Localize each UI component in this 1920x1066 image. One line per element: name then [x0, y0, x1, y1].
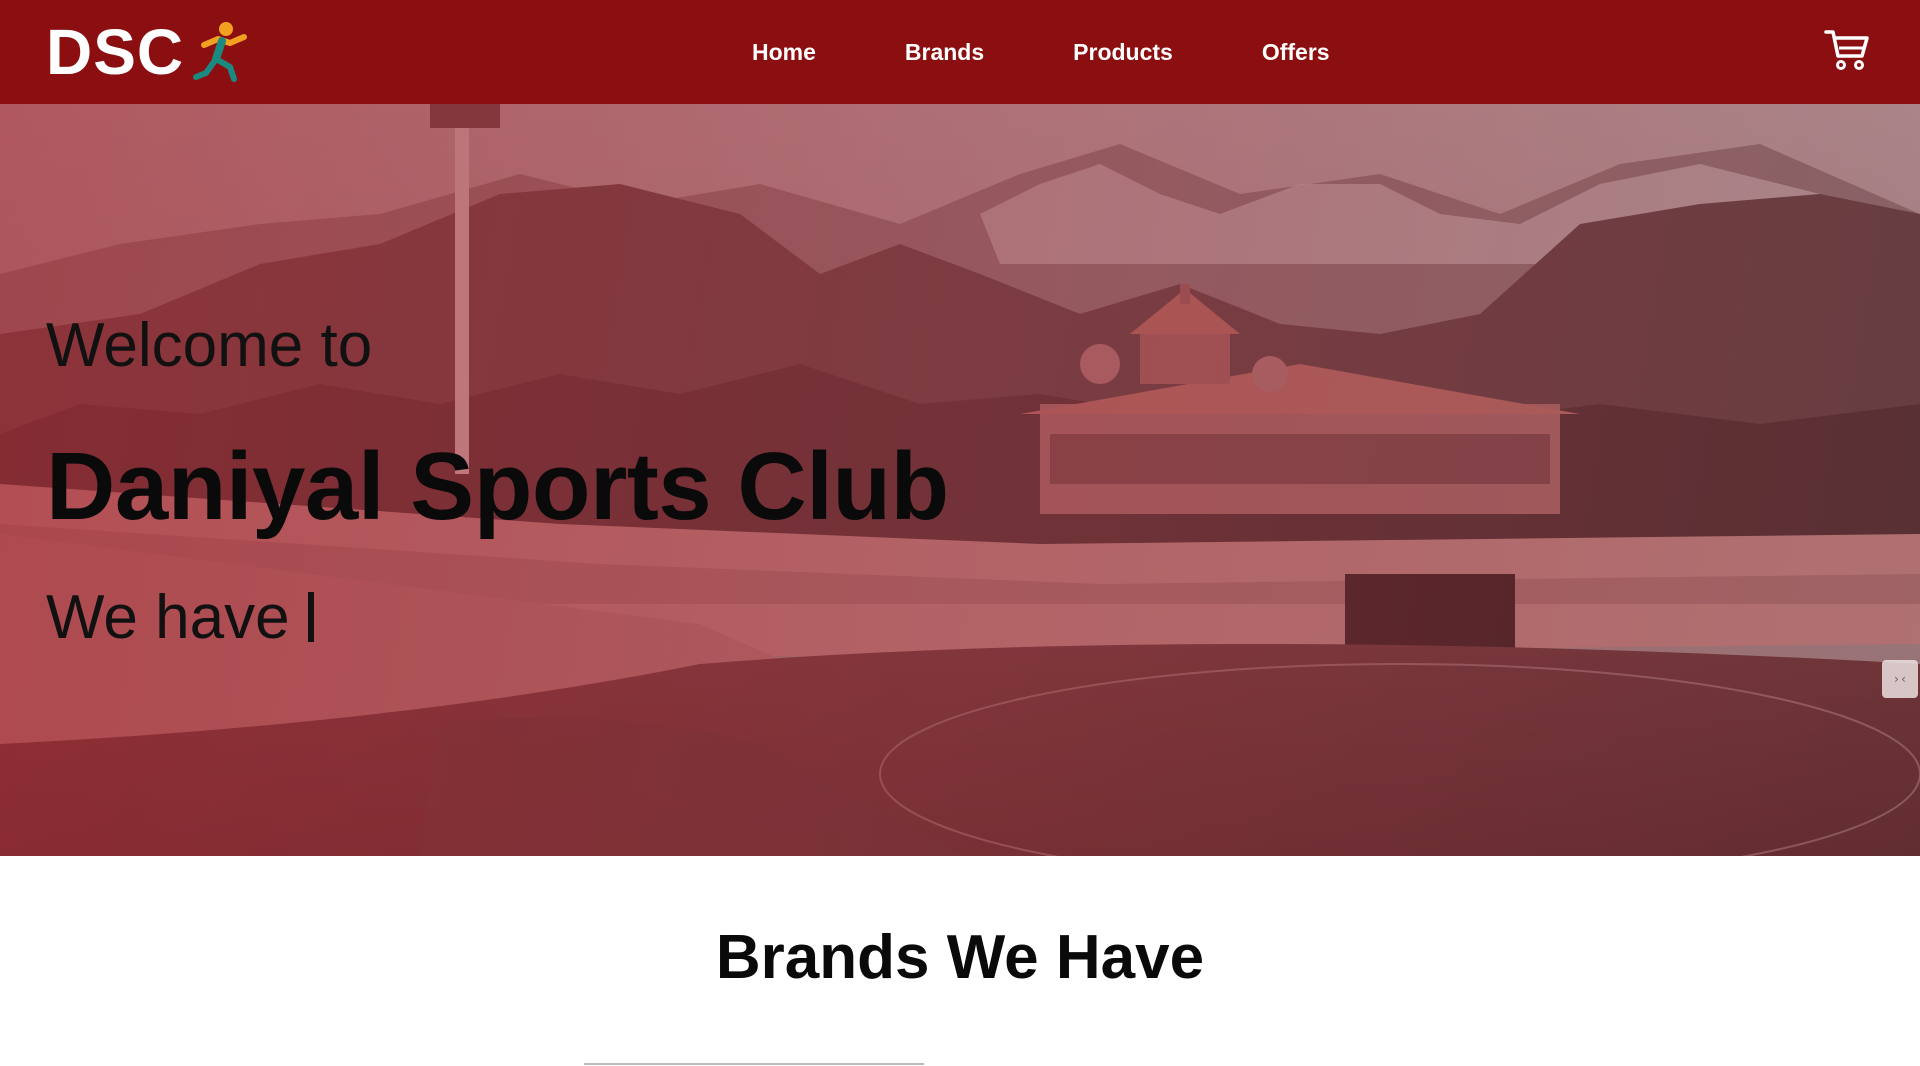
typing-cursor [307, 592, 314, 642]
runner-icon [193, 22, 248, 82]
cart-icon[interactable] [1824, 28, 1870, 72]
hero-typing-line: We have [46, 582, 314, 653]
main-nav: Home Brands Products Offers [752, 0, 1330, 104]
brands-section-title: Brands We Have [715, 923, 1205, 992]
top-navbar: DSC Home Brands Products Offers [0, 0, 1920, 104]
brands-divider [584, 1063, 924, 1065]
hero-welcome-text: Welcome to [46, 311, 373, 380]
hero-banner: Welcome to Daniyal Sports Club We have ›… [0, 104, 1920, 856]
hero-subtitle: We have [46, 583, 290, 652]
nav-offers[interactable]: Offers [1262, 39, 1330, 66]
nav-products[interactable]: Products [1073, 39, 1173, 66]
logo-text: DSC [46, 16, 185, 88]
hero-title: Daniyal Sports Club [46, 433, 949, 540]
nav-home[interactable]: Home [752, 39, 816, 66]
dsc-logo[interactable]: DSC [46, 14, 250, 90]
nav-brands[interactable]: Brands [905, 39, 984, 66]
side-collapse-widget[interactable]: ›‹ [1882, 660, 1918, 698]
